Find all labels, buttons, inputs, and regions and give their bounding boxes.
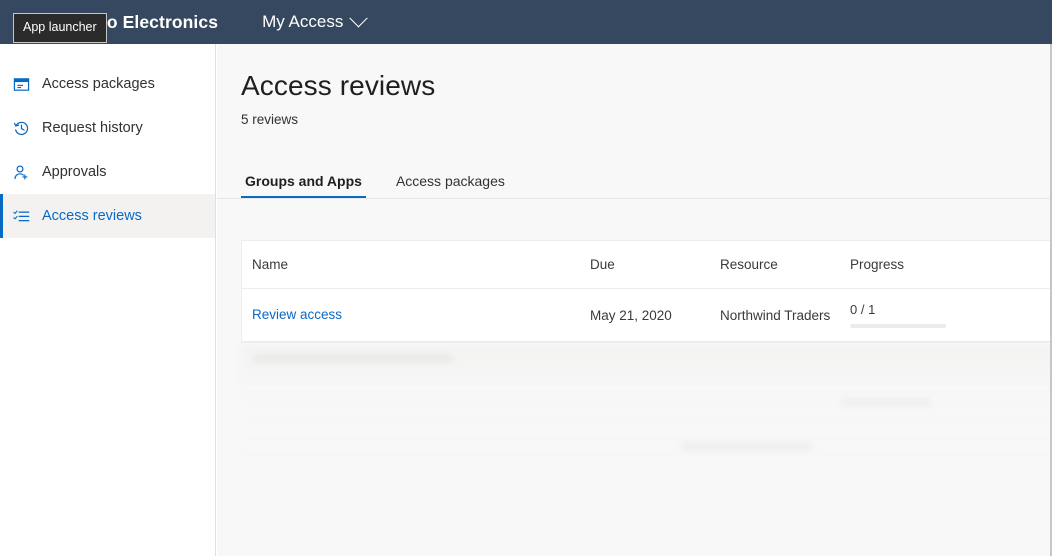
- sidebar-navigation: Access packages Request history Appr: [0, 44, 216, 556]
- sidebar-item-access-packages[interactable]: Access packages: [0, 62, 215, 106]
- cell-resource: Northwind Traders: [720, 308, 850, 323]
- column-header-resource: Resource: [720, 257, 850, 272]
- sidebar-item-approvals[interactable]: Approvals: [0, 150, 215, 194]
- column-header-due: Due: [590, 257, 720, 272]
- sidebar-item-label: Access reviews: [42, 208, 142, 224]
- sidebar-item-request-history[interactable]: Request history: [0, 106, 215, 150]
- tab-access-packages[interactable]: Access packages: [392, 173, 509, 198]
- my-access-menu[interactable]: My Access: [262, 12, 365, 32]
- history-clock-icon: [12, 119, 30, 137]
- cell-name: Review access: [242, 306, 590, 324]
- table-row[interactable]: Review access May 21, 2020 Northwind Tra…: [242, 289, 1052, 342]
- chevron-down-icon: [350, 9, 368, 27]
- app-launcher-tooltip: App launcher: [13, 13, 107, 43]
- cell-due: May 21, 2020: [590, 308, 720, 323]
- page-title: Access reviews: [217, 44, 1052, 102]
- sidebar-item-label: Approvals: [42, 164, 106, 180]
- cell-progress: 0 / 1: [850, 302, 1030, 328]
- my-access-label: My Access: [262, 12, 343, 32]
- progress-label: 0 / 1: [850, 302, 1014, 317]
- archive-box-icon: [12, 75, 30, 93]
- person-add-icon: [12, 163, 30, 181]
- top-header-bar: Contoso Electronics My Access: [0, 0, 1052, 44]
- table-header-row: Name Due Resource Progress: [242, 241, 1052, 289]
- sidebar-item-label: Access packages: [42, 76, 155, 92]
- sidebar-item-access-reviews[interactable]: Access reviews: [0, 194, 215, 238]
- column-header-name: Name: [242, 257, 590, 272]
- column-header-progress: Progress: [850, 257, 1030, 272]
- checklist-icon: [12, 207, 30, 225]
- faded-rows-overlay: [241, 346, 1052, 466]
- access-reviews-table: Name Due Resource Progress Review access…: [241, 240, 1052, 343]
- progress-bar: [850, 324, 946, 328]
- main-content: Access reviews 5 reviews Groups and Apps…: [217, 44, 1052, 556]
- tab-label: Groups and Apps: [245, 173, 362, 189]
- tab-bar: Groups and Apps Access packages: [217, 127, 1052, 199]
- sidebar-item-label: Request history: [42, 120, 143, 136]
- tab-label: Access packages: [396, 173, 505, 189]
- review-access-link[interactable]: Review access: [252, 307, 342, 322]
- tab-groups-and-apps[interactable]: Groups and Apps: [241, 173, 366, 198]
- app-window: Contoso Electronics My Access App launch…: [0, 0, 1052, 556]
- review-count-label: 5 reviews: [217, 102, 1052, 127]
